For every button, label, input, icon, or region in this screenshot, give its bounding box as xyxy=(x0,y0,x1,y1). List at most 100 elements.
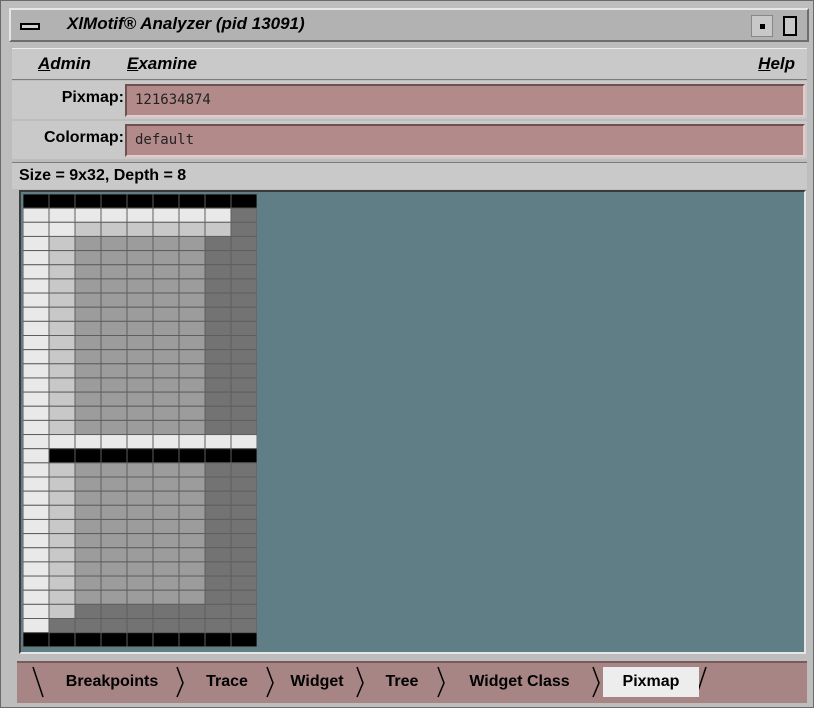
pixel-cell xyxy=(100,618,128,634)
pixel-cell xyxy=(48,589,76,605)
pixel-cell xyxy=(48,221,76,237)
title-bar[interactable]: XlMotif® Analyzer (pid 13091) xyxy=(9,8,809,42)
menu-admin-rest: dmin xyxy=(50,54,91,73)
pixel-cell xyxy=(23,349,50,365)
pixel-cell xyxy=(23,504,50,520)
pixel-cell xyxy=(230,405,257,421)
pixel-cell xyxy=(204,264,232,280)
tab-widget[interactable]: Widget xyxy=(277,667,357,697)
pixel-cell xyxy=(74,349,102,365)
pixel-cell xyxy=(48,363,76,379)
pixel-cell xyxy=(74,194,102,209)
tab-edge-5 xyxy=(592,666,600,698)
pixel-cell xyxy=(100,235,128,252)
pixel-cell xyxy=(126,632,154,647)
pixel-cell xyxy=(100,264,128,280)
tab-widget-class[interactable]: Widget Class xyxy=(447,667,592,697)
pixel-cell xyxy=(230,419,257,436)
pixel-cell xyxy=(178,278,206,294)
pixel-cell xyxy=(74,419,102,436)
pixel-cell xyxy=(100,589,128,605)
pixel-cell xyxy=(23,320,50,336)
pixel-cell xyxy=(230,547,257,563)
pixmap-field[interactable]: 121634874 xyxy=(125,84,805,117)
menu-help-mnemonic: H xyxy=(758,54,771,73)
pixel-cell xyxy=(204,518,232,535)
pixel-cell xyxy=(152,618,180,634)
pixel-cell xyxy=(178,547,206,563)
pixel-cell xyxy=(126,320,154,336)
pixel-cell xyxy=(126,306,154,322)
pixel-cell xyxy=(48,476,76,492)
pixel-cell xyxy=(100,504,128,520)
pixel-cell xyxy=(152,419,180,436)
pixel-cell xyxy=(178,391,206,407)
pixel-cell xyxy=(126,476,154,492)
pixel-cell xyxy=(126,462,154,478)
window-title: XlMotif® Analyzer (pid 13091) xyxy=(67,14,305,33)
pixel-cell xyxy=(23,207,50,223)
pixel-cell xyxy=(178,518,206,535)
pixel-cell xyxy=(23,292,50,308)
pixel-cell xyxy=(178,618,206,634)
window-menu-icon[interactable] xyxy=(15,15,45,37)
pixel-cell xyxy=(100,391,128,407)
pixel-cell xyxy=(48,194,76,209)
pixel-cell xyxy=(23,405,50,421)
menu-admin[interactable]: Admin xyxy=(38,54,91,74)
pixel-cell xyxy=(204,377,232,393)
pixel-cell xyxy=(178,476,206,492)
pixel-cell xyxy=(100,207,128,223)
pixel-cell xyxy=(48,518,76,535)
pixmap-grid xyxy=(23,194,257,647)
pixel-cell xyxy=(74,264,102,280)
pixel-cell xyxy=(230,518,257,535)
pixel-cell xyxy=(178,589,206,605)
pixel-cell xyxy=(100,306,128,322)
pixel-cell xyxy=(100,221,128,237)
menu-examine[interactable]: Examine xyxy=(127,54,197,74)
pixel-cell xyxy=(126,235,154,252)
minimize-dot xyxy=(759,23,765,29)
pixel-cell xyxy=(23,377,50,393)
pixel-cell xyxy=(23,221,50,237)
pixel-cell xyxy=(74,320,102,336)
colormap-field[interactable]: default xyxy=(125,124,805,157)
pixel-cell xyxy=(48,278,76,294)
tab-breakpoints[interactable]: Breakpoints xyxy=(47,667,177,697)
colormap-label: Colormap: xyxy=(44,129,124,146)
pixel-cell xyxy=(204,221,232,237)
pixel-cell xyxy=(204,391,232,407)
tab-tree[interactable]: Tree xyxy=(367,667,437,697)
maximize-icon[interactable] xyxy=(779,15,801,37)
pixel-cell xyxy=(230,561,257,577)
pixel-cell xyxy=(178,264,206,280)
pixel-cell xyxy=(48,235,76,252)
pixel-cell xyxy=(204,306,232,322)
pixel-cell xyxy=(230,363,257,379)
pixel-cell xyxy=(204,250,232,266)
minimize-icon[interactable] xyxy=(751,15,773,37)
pixmap-canvas[interactable] xyxy=(19,190,806,654)
pixel-cell xyxy=(178,419,206,436)
pixel-cell xyxy=(230,250,257,266)
pixel-cell xyxy=(204,363,232,379)
pixel-cell xyxy=(126,589,154,605)
pixel-cell xyxy=(152,476,180,492)
pixel-cell xyxy=(23,547,50,563)
pixel-cell xyxy=(126,292,154,308)
pixmap-label: Pixmap: xyxy=(61,89,124,106)
pixel-cell xyxy=(204,603,232,620)
pixel-cell xyxy=(74,490,102,506)
menu-help[interactable]: Help xyxy=(758,54,795,74)
menu-examine-rest: xamine xyxy=(138,54,197,73)
pixel-cell xyxy=(178,434,206,450)
pixel-cell xyxy=(126,561,154,577)
pixel-cell xyxy=(126,618,154,634)
pixel-cell xyxy=(48,490,76,506)
pixel-cell xyxy=(126,434,154,450)
tab-trace[interactable]: Trace xyxy=(187,667,267,697)
pixel-cell xyxy=(48,504,76,520)
tab-pixmap[interactable]: Pixmap xyxy=(603,667,699,697)
pixel-cell xyxy=(152,490,180,506)
